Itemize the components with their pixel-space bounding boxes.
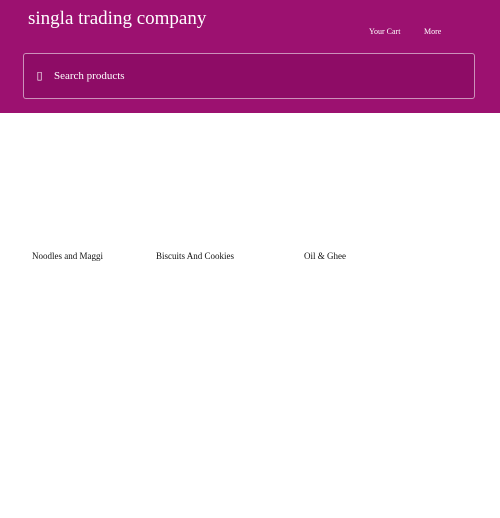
category-image[interactable] bbox=[145, 119, 275, 239]
category-grid: Noodles and Maggi Biscuits And Cookies O… bbox=[0, 113, 500, 273]
category-tile-noodles-and-maggi[interactable]: Noodles and Maggi bbox=[20, 113, 130, 268]
category-image[interactable] bbox=[20, 119, 130, 239]
category-tile-oil-and-ghee[interactable]: Oil & Ghee bbox=[290, 113, 400, 268]
search-input[interactable] bbox=[54, 67, 454, 85]
search-icon[interactable]: ▯ bbox=[34, 68, 45, 84]
category-tile-biscuits-and-cookies[interactable]: Biscuits And Cookies bbox=[145, 113, 275, 268]
category-image[interactable] bbox=[290, 119, 400, 239]
your-cart-link[interactable]: Your Cart bbox=[369, 26, 400, 38]
category-label[interactable]: Noodles and Maggi bbox=[32, 250, 103, 262]
category-label[interactable]: Biscuits And Cookies bbox=[156, 250, 234, 262]
search-bar[interactable]: ▯ bbox=[23, 53, 475, 99]
app-title[interactable]: singla trading company bbox=[28, 7, 206, 31]
header-bar: singla trading company Your Cart More ▯ bbox=[0, 0, 500, 113]
more-menu-link[interactable]: More bbox=[424, 26, 441, 38]
category-label[interactable]: Oil & Ghee bbox=[304, 250, 346, 262]
